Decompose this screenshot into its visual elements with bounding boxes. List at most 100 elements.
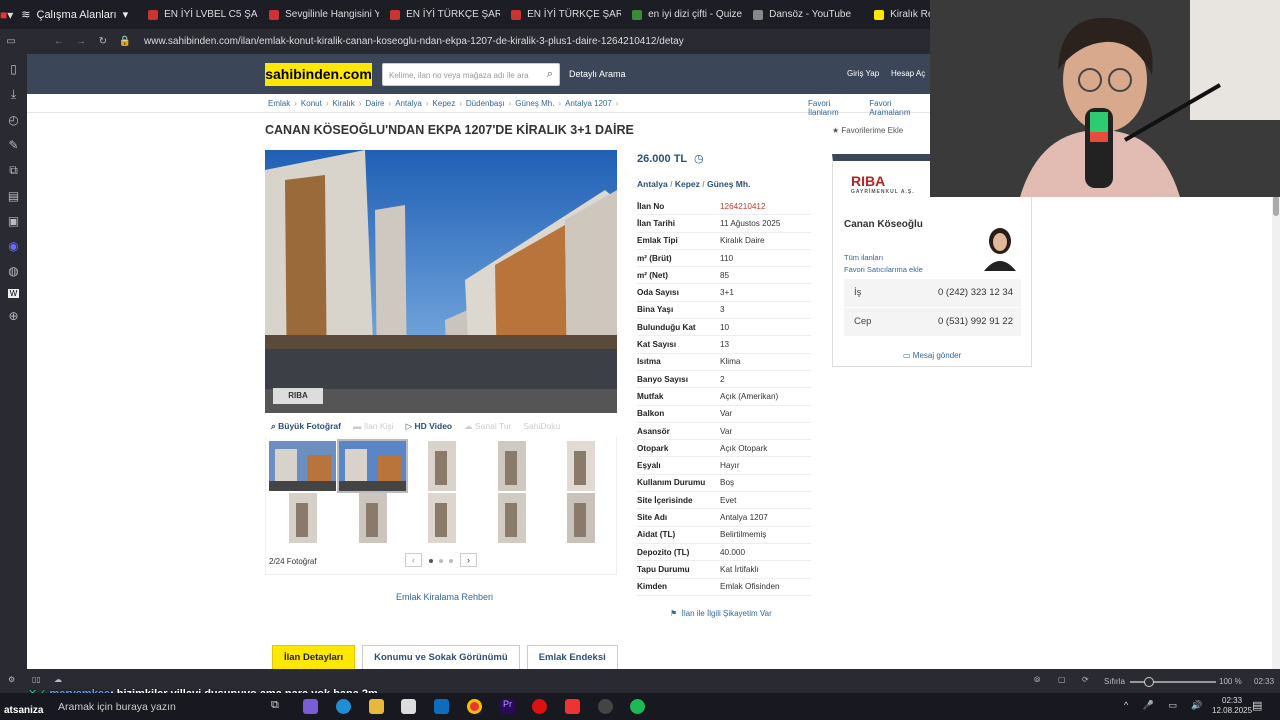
breadcrumb-item[interactable]: Güneş Mh. [515, 99, 554, 108]
photo-thumbnail[interactable] [547, 441, 614, 491]
photo-thumbnail[interactable] [408, 493, 475, 543]
search-icon[interactable]: ⌕ [547, 68, 553, 81]
obs-icon[interactable] [598, 699, 613, 714]
breadcrumb-item[interactable]: Düdenbaşı [466, 99, 505, 108]
zoom-slider-knob[interactable] [1144, 677, 1154, 687]
reading-list-icon[interactable]: ▤ [8, 189, 19, 203]
tiling-icon[interactable]: ▢ [1058, 675, 1066, 684]
search-input[interactable]: Kelime, ilan no veya mağaza adı ile ara … [382, 63, 560, 86]
opera-icon[interactable] [532, 699, 547, 714]
next-photo-button[interactable]: › [460, 553, 477, 567]
premiere-icon[interactable]: Pr [500, 699, 515, 714]
login-link[interactable]: Giriş Yap [847, 69, 879, 78]
photo-thumbnail[interactable] [338, 493, 406, 543]
hd-video-button[interactable]: ▷ HD Video [406, 421, 453, 432]
task-view-icon[interactable]: ⧉ [271, 699, 286, 714]
copilot-icon[interactable] [303, 699, 318, 714]
all-listings-link[interactable]: Tüm ilanları [844, 253, 883, 262]
workspaces-button[interactable]: ≋ Çalışma Alanları ▾ [13, 8, 140, 22]
vivaldi-icon[interactable] [565, 699, 580, 714]
edge-icon[interactable] [336, 699, 351, 714]
page-actions-icon[interactable]: ⟳ [1082, 675, 1089, 684]
mastodon-icon[interactable]: ◉ [8, 239, 18, 253]
agency-logo[interactable]: RIBA GAYRİMENKUL A.Ş. [851, 173, 915, 195]
notification-icon[interactable]: ▤ [1252, 699, 1262, 712]
settings-icon[interactable]: ⚙ [8, 675, 15, 684]
tab-real-estate-index[interactable]: Emlak Endeksi [526, 645, 618, 669]
phone-mobile-value[interactable]: 0 (531) 992 91 22 [938, 316, 1013, 327]
add-panel-icon[interactable]: ⊕ [8, 309, 18, 323]
notes-icon[interactable]: ✎ [8, 138, 18, 152]
breadcrumb-item[interactable]: Kepez [433, 99, 456, 108]
rental-guide-link[interactable]: Emlak Kiralama Rehberi [396, 592, 493, 602]
location-city[interactable]: Antalya [637, 179, 668, 189]
download-icon[interactable]: ⤓ [11, 87, 16, 102]
photo-thumbnail[interactable] [547, 493, 614, 543]
complaint-link[interactable]: ⚑ İlan ile İlgili Şikayetim Var [670, 609, 772, 618]
main-photo[interactable]: RIBA [265, 150, 617, 413]
translate-icon[interactable]: ⧉ [9, 163, 18, 178]
sync-icon[interactable]: ☁ [54, 675, 62, 684]
scrollbar-thumb[interactable] [1273, 196, 1279, 216]
taskbar-search[interactable]: Aramak için buraya yazın [44, 697, 258, 716]
photo-thumbnail[interactable] [477, 441, 545, 491]
browser-tab[interactable]: Sevgilinle Hangisini Yapmak [261, 4, 379, 26]
browser-tab[interactable]: Dansöz - YouTube [745, 4, 863, 26]
capture-icon[interactable]: ⦾ [1034, 675, 1040, 685]
globe-icon[interactable]: ◍ [8, 264, 18, 278]
phone-work-value[interactable]: 0 (242) 323 12 34 [938, 287, 1013, 298]
page-dot[interactable] [449, 559, 453, 563]
fav-listings-link[interactable]: Favori İlanlarım [808, 99, 859, 117]
photo-thumbnail[interactable] [269, 441, 336, 491]
taskbar-clock[interactable]: 02:33 12.08.2025 [1212, 696, 1252, 716]
reload-icon[interactable]: ↻ [92, 36, 114, 47]
photo-thumbnail[interactable] [477, 493, 545, 543]
wikipedia-icon[interactable]: W [7, 289, 20, 298]
history-icon[interactable]: ◴ [8, 113, 18, 127]
back-icon[interactable]: ← [48, 36, 70, 47]
page-dot[interactable] [439, 559, 443, 563]
window-icon[interactable]: ▣ [8, 214, 19, 228]
chrome-icon[interactable] [467, 699, 482, 714]
big-photo-button[interactable]: ⌕ Büyük Fotoğraf [271, 421, 341, 432]
page-dot[interactable] [429, 559, 433, 563]
file-explorer-icon[interactable] [369, 699, 384, 714]
photo-thumbnail[interactable] [269, 493, 336, 543]
fav-searches-link[interactable]: Favori Aramalarım [869, 99, 930, 117]
tab-listing-details[interactable]: İlan Detayları [272, 645, 356, 669]
vivaldi-logo-icon[interactable]: ■ [0, 8, 7, 22]
breadcrumb-item[interactable]: Kiralık [332, 99, 354, 108]
breadcrumb-item[interactable]: Antalya 1207 [565, 99, 612, 108]
detailed-search-link[interactable]: Detaylı Arama [569, 69, 626, 79]
fav-seller-link[interactable]: Favori Satıcılarıma ekle [844, 265, 923, 274]
breadcrumb-item[interactable]: Konut [301, 99, 322, 108]
breadcrumb-item[interactable]: Antalya [395, 99, 422, 108]
browser-tab[interactable]: EN İYİ TÜRKÇE ŞARKI 2010 [382, 4, 500, 26]
panel-toggle-icon[interactable]: ▭ [0, 36, 22, 47]
panel-icon[interactable]: ▯▯ [32, 675, 41, 684]
register-link[interactable]: Hesap Aç [891, 69, 925, 78]
zoom-slider[interactable] [1130, 681, 1216, 683]
system-tray[interactable]: ^ 🎤 ▭ 🔊 [1124, 700, 1209, 711]
bookmark-icon[interactable]: ▯ [10, 62, 17, 76]
tab-location[interactable]: Konumu ve Sokak Görünümü [362, 645, 520, 669]
reset-zoom-link[interactable]: Sıfırla [1104, 677, 1125, 686]
breadcrumb-item[interactable]: Emlak [268, 99, 290, 108]
add-favorite-button[interactable]: ★ Favorilerime Ekle [832, 126, 903, 135]
photo-thumbnail[interactable] [408, 441, 475, 491]
photo-thumbnail[interactable] [336, 439, 408, 493]
send-message-button[interactable]: ▭ Mesaj gönder [903, 351, 961, 360]
site-logo[interactable]: sahibinden.com [265, 63, 372, 86]
location-district[interactable]: Kepez [675, 179, 700, 189]
forward-icon[interactable]: → [70, 36, 92, 47]
url-field[interactable]: www.sahibinden.com/ilan/emlak-konut-kira… [144, 36, 684, 47]
browser-tab[interactable]: Kiralık Rezidans, [866, 4, 930, 26]
price-history-icon[interactable]: ◷ [694, 153, 704, 165]
store-icon[interactable] [401, 699, 416, 714]
spotify-icon[interactable] [630, 699, 645, 714]
outlook-icon[interactable] [434, 699, 449, 714]
browser-tab[interactable]: en iyi dizi çifti - Quizei [624, 4, 742, 26]
breadcrumb-item[interactable]: Daire [365, 99, 384, 108]
location-neighborhood[interactable]: Güneş Mh. [707, 179, 750, 189]
browser-tab[interactable]: EN İYİ TÜRKÇE ŞARKI 2010 [503, 4, 621, 26]
